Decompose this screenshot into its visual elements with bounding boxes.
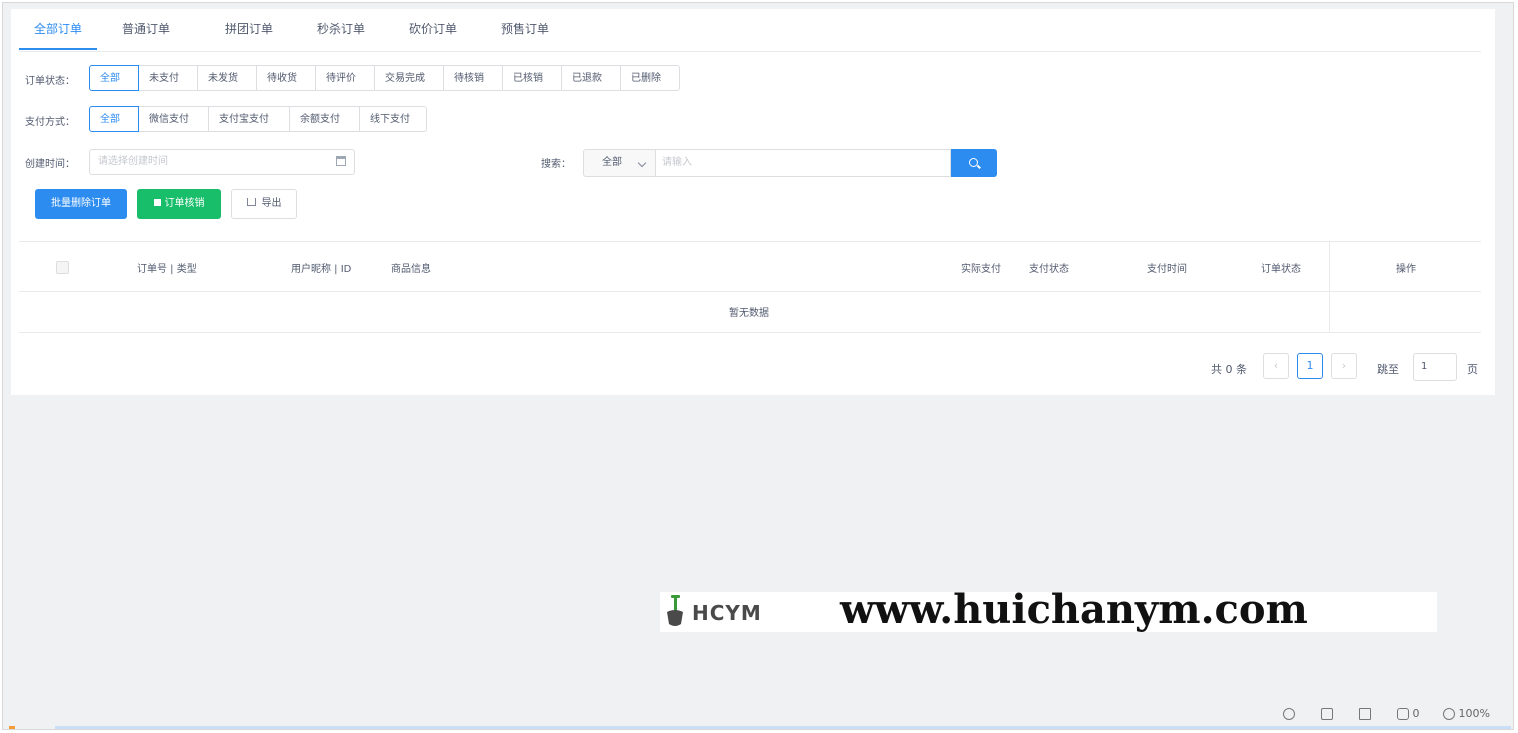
page-load-progress [55, 726, 1511, 729]
col-user: 用户昵称 | ID [291, 264, 352, 275]
screen-icon[interactable] [1359, 707, 1371, 720]
empty-text: 暂无数据 [729, 308, 769, 319]
search-select-value: 全部 [602, 157, 622, 168]
export-button[interactable]: 导出 [231, 189, 297, 219]
table-header: 订单号 | 类型 用户昵称 | ID 商品信息 实际支付 支付状态 支付时间 订… [19, 241, 1481, 292]
export-icon [246, 198, 256, 206]
payment-option-offline[interactable]: 线下支付 [359, 106, 427, 132]
order-status-label: 订单状态： [25, 76, 75, 87]
verify-order-button[interactable]: 订单核销 [137, 189, 221, 219]
status-option-deleted[interactable]: 已删除 [620, 65, 680, 91]
export-label: 导出 [261, 198, 282, 209]
order-status-group: 全部 未支付 未发货 待收货 待评价 交易完成 待核销 已核销 已退款 已删除 [89, 65, 680, 91]
payment-option-all[interactable]: 全部 [89, 106, 139, 132]
status-option-all[interactable]: 全部 [89, 65, 139, 91]
watermark-url: www.huichanym.com [840, 586, 1308, 633]
col-pay-status: 支付状态 [1029, 264, 1069, 275]
tab-presale-orders[interactable]: 预售订单 [490, 17, 560, 50]
page-1-button[interactable]: 1 [1297, 353, 1323, 379]
chevron-down-icon [637, 158, 647, 168]
col-product: 商品信息 [391, 264, 431, 275]
total-count: 共 0 条 [1211, 363, 1247, 376]
payment-option-balance[interactable]: 余额支付 [289, 106, 360, 132]
search-input[interactable]: 请输入 [655, 149, 951, 177]
prev-page-button[interactable]: ‹ [1263, 353, 1289, 379]
col-order-status: 订单状态 [1261, 264, 1301, 275]
status-option-verified[interactable]: 已核销 [502, 65, 562, 91]
page-suffix: 页 [1467, 363, 1478, 376]
tab-normal-orders[interactable]: 普通订单 [111, 17, 181, 50]
col-pay-time: 支付时间 [1147, 264, 1187, 275]
status-option-to-receive[interactable]: 待收货 [256, 65, 316, 91]
search-label: 搜索： [541, 159, 571, 170]
calendar-icon [336, 156, 346, 166]
search-group: 全部 请输入 [583, 149, 997, 177]
status-option-refunded[interactable]: 已退款 [561, 65, 621, 91]
watermark-brand: HCYM [692, 601, 762, 625]
create-time-label: 创建时间： [25, 159, 75, 170]
status-option-to-verify[interactable]: 待核销 [443, 65, 503, 91]
search-button[interactable] [951, 149, 997, 177]
tab-seckill-orders[interactable]: 秒杀订单 [306, 17, 376, 50]
zoom-level: 100% [1458, 707, 1490, 720]
status-option-completed[interactable]: 交易完成 [374, 65, 444, 91]
browser-status-bar: 0 100% [3, 699, 1513, 729]
search-field-select[interactable]: 全部 [583, 149, 655, 177]
payment-method-label: 支付方式： [25, 117, 75, 128]
jump-label: 跳至 [1377, 363, 1399, 376]
batch-delete-button[interactable]: 批量删除订单 [35, 189, 127, 219]
adblock-icon [1397, 708, 1409, 720]
order-list-panel: 全部订单 普通订单 拼团订单 秒杀订单 砍价订单 预售订单 订单状态： 全部 未… [11, 9, 1495, 395]
browser-window: 全部订单 普通订单 拼团订单 秒杀订单 砍价订单 预售订单 订单状态： 全部 未… [2, 2, 1514, 730]
date-placeholder: 请选择创建时间 [98, 156, 168, 167]
status-option-unshipped[interactable]: 未发货 [197, 65, 257, 91]
adblock-count: 0 [1412, 707, 1420, 720]
next-page-button[interactable]: › [1331, 353, 1357, 379]
date-range-picker[interactable]: 请选择创建时间 [89, 149, 355, 175]
scrollbar-track[interactable] [1497, 9, 1513, 701]
tab-all-orders[interactable]: 全部订单 [19, 17, 97, 50]
payment-option-wechat[interactable]: 微信支付 [138, 106, 209, 132]
verify-order-label: 订单核销 [164, 198, 205, 209]
status-option-to-review[interactable]: 待评价 [315, 65, 375, 91]
zoom-control[interactable]: 100% [1443, 707, 1490, 720]
empty-row: 暂无数据 [19, 291, 1481, 333]
status-option-unpaid[interactable]: 未支付 [138, 65, 198, 91]
payment-option-alipay[interactable]: 支付宝支付 [208, 106, 290, 132]
speaker-icon[interactable] [1321, 707, 1333, 720]
shield-check-icon[interactable] [1283, 707, 1295, 720]
payment-method-group: 全部 微信支付 支付宝支付 余额支付 线下支付 [89, 106, 427, 132]
verify-icon [153, 199, 161, 206]
watermark: HCYM www.huichanym.com [660, 586, 1437, 633]
zoom-icon [1443, 708, 1455, 720]
progress-start-marker [9, 726, 15, 729]
fixed-actions-column [1329, 241, 1482, 332]
col-paid: 实际支付 [961, 264, 1001, 275]
tab-bargain-orders[interactable]: 砍价订单 [398, 17, 468, 50]
jump-page-input[interactable]: 1 [1413, 353, 1457, 381]
shovel-logo-icon [667, 595, 683, 626]
tab-group-orders[interactable]: 拼团订单 [214, 17, 284, 50]
adblock-badge[interactable]: 0 [1397, 707, 1420, 720]
col-order-no: 订单号 | 类型 [137, 264, 197, 275]
select-all-checkbox[interactable] [56, 261, 69, 274]
order-type-tabs: 全部订单 普通订单 拼团订单 秒杀订单 砍价订单 预售订单 [19, 17, 1481, 52]
